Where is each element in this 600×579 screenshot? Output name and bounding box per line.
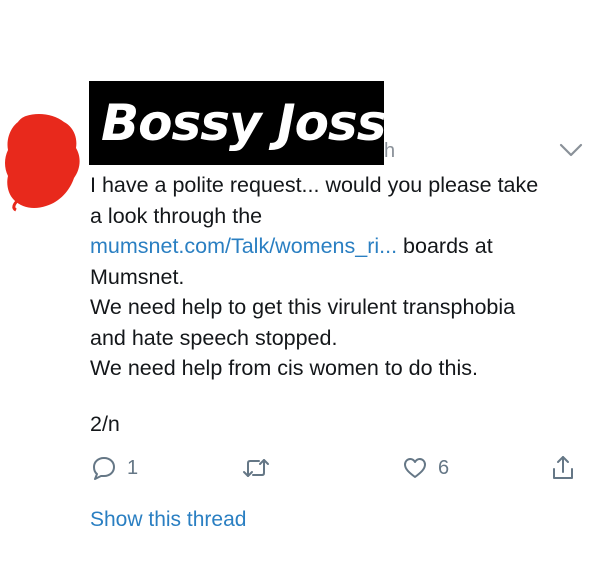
tweet-text-line: and hate speech stopped. — [90, 325, 338, 350]
tweet-text: I have a polite request... would you ple… — [90, 170, 590, 384]
tweet-text-fragment: boards at — [397, 234, 493, 258]
tweet-text-line: We need help from cis women to do this. — [90, 356, 478, 380]
like-button[interactable]: 6 — [402, 452, 449, 484]
tweet-text-line: a look through the — [90, 203, 263, 228]
tweet-text-line: I have a polite request... would you ple… — [90, 173, 539, 197]
share-icon — [553, 456, 573, 479]
author-handle: h — [384, 140, 396, 162]
tweet-text-line: mumsnet.com/Talk/womens_ri... boards at — [90, 231, 590, 262]
reply-count: 1 — [127, 456, 139, 479]
like-count: 6 — [438, 456, 450, 479]
avatar[interactable] — [4, 112, 84, 212]
chevron-down-icon[interactable] — [558, 140, 584, 160]
author-name-redaction-banner: Bossy Joss — [89, 81, 384, 165]
reply-button[interactable]: 1 — [91, 452, 138, 484]
reply-icon — [93, 457, 115, 480]
thread-count: 2/n — [90, 412, 120, 436]
like-icon — [404, 458, 426, 478]
tweet-text-line: Mumsnet. — [90, 264, 185, 289]
retweet-icon — [243, 459, 269, 477]
retweet-button[interactable] — [242, 452, 270, 484]
share-button[interactable] — [550, 452, 576, 484]
mumsnet-link[interactable]: mumsnet.com/Talk/womens_ri... — [90, 234, 397, 258]
show-thread-link[interactable]: Show this thread — [90, 506, 246, 534]
tweet-actions: 1 6 — [0, 452, 600, 484]
tweet-text-line: We need help to get this virulent transp… — [90, 295, 516, 319]
